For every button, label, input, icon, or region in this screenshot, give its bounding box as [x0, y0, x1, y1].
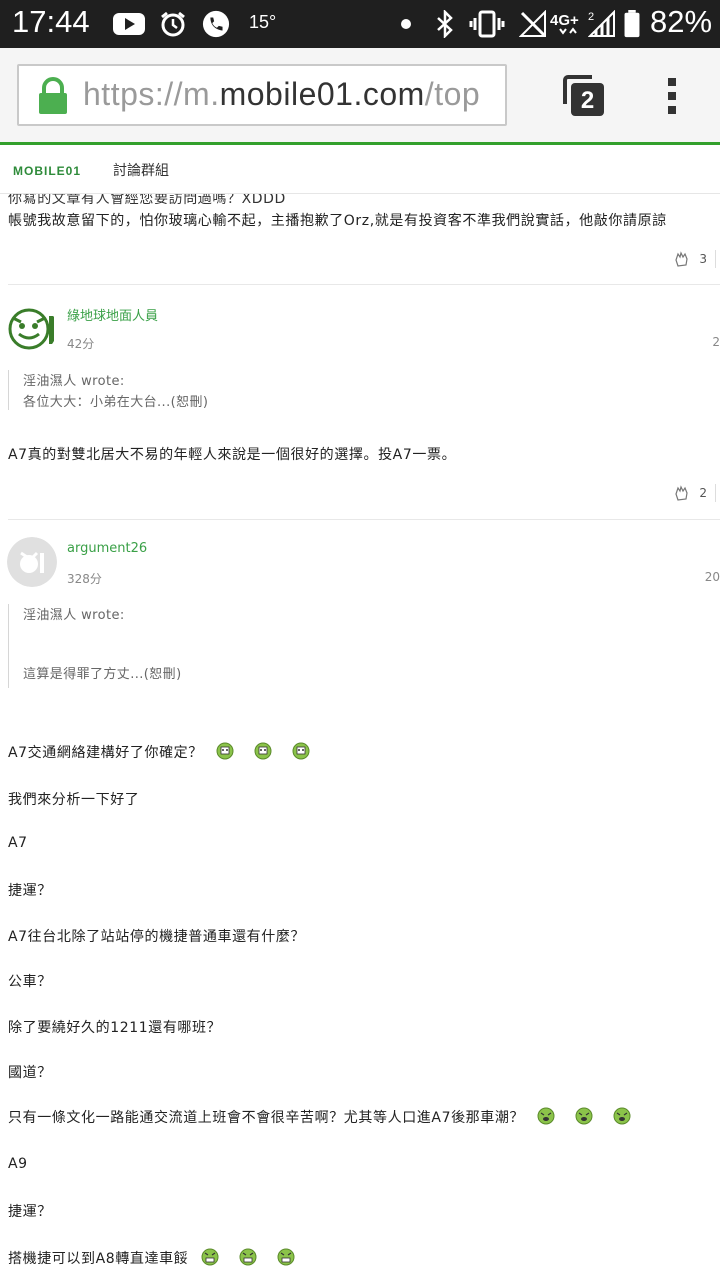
post-time: 328分: [67, 572, 102, 586]
url-scheme: https://m.: [83, 76, 220, 112]
quote-block: 淫油濕人 wrote: 這算是得罪了方丈...(恕刪): [8, 604, 182, 688]
divider: [715, 484, 716, 502]
post-floor: 2: [712, 335, 720, 349]
post-text-line: 你寫的文章有人會經您要訪問過嗎？XDDD: [8, 194, 286, 207]
quote-text: 各位大大：小弟在大台...(恕刪): [23, 395, 209, 410]
post-author[interactable]: argument26: [67, 541, 147, 556]
crying-emoticon-icon: [613, 1107, 631, 1125]
svg-text:2: 2: [588, 11, 594, 23]
post-body-text: A7交通網絡建構好了你確定？: [8, 745, 203, 761]
tabs-icon: 2: [563, 75, 604, 116]
divider: [715, 250, 716, 268]
alarm-icon: [161, 11, 185, 37]
post-body-text: 搭機捷可以到A8轉直達車餒: [8, 1251, 189, 1267]
svg-text:4G+: 4G+: [550, 12, 579, 29]
nav-forum-groups[interactable]: 討論群組: [113, 160, 169, 180]
browser-toolbar: https://m.mobile01.com/top 2: [0, 48, 720, 144]
quote-text: 這算是得罪了方丈...(恕刪): [23, 667, 182, 682]
like-counter[interactable]: 3: [674, 250, 716, 268]
post-time: 42分: [67, 337, 95, 351]
vibrate-icon: [469, 10, 505, 38]
scared-emoticon-icon: [292, 742, 310, 760]
post-body-line: 我們來分析一下好了: [8, 792, 140, 808]
post-body-line: 公車？: [8, 974, 52, 990]
like-count: 2: [699, 486, 707, 500]
4g-icon: 4G+: [550, 12, 579, 35]
crying-emoticon-icon: [575, 1107, 593, 1125]
scared-emoticon-icon: [254, 742, 272, 760]
clock: 17:44: [12, 4, 90, 39]
url-text: https://m.mobile01.com/top: [83, 76, 480, 113]
post-body-line: 搭機捷可以到A8轉直達車餒: [8, 1248, 295, 1268]
angry-emoticon-icon: [277, 1248, 295, 1266]
youtube-icon: [113, 13, 145, 35]
mobile01-logo[interactable]: MOBILE01: [13, 158, 103, 182]
post-divider: [8, 519, 720, 520]
quote-block: 淫油濕人 wrote: 各位大大：小弟在大台...(恕刪): [8, 370, 208, 410]
browser-menu-button[interactable]: [660, 76, 684, 116]
tab-count: 2: [581, 87, 594, 114]
post-body-line: 捷運？: [8, 1204, 52, 1220]
post-body-line: 除了要繞好久的1211還有哪班？: [8, 1020, 222, 1036]
post-author[interactable]: 綠地球地面人員: [67, 305, 158, 324]
status-bar: 17:44 15° 4G+ 2 82%: [0, 0, 720, 48]
post-divider: [8, 284, 720, 285]
phone-icon: [202, 10, 230, 38]
avatar[interactable]: [7, 304, 57, 354]
post-body-line: 國道？: [8, 1065, 52, 1081]
post-body-text: 只有一條文化一路能通交流道上班會不會很辛苦啊？尤其等人口進A7後那車潮？: [8, 1110, 525, 1126]
signal-icon: 2: [588, 10, 615, 37]
battery-icon: [624, 10, 640, 38]
angry-emoticon-icon: [239, 1248, 257, 1266]
url-path: /top: [424, 76, 481, 112]
tab-switcher-button[interactable]: 2: [562, 74, 606, 118]
post-body-line: A7往台北除了站站停的機捷普通車還有什麼？: [8, 929, 306, 945]
emoticon-group: [537, 1107, 631, 1126]
lock-icon: [39, 77, 67, 114]
no-signal-icon: [519, 10, 546, 37]
post-body-line: A9: [8, 1156, 28, 1172]
crying-emoticon-icon: [537, 1107, 555, 1125]
bluetooth-icon: [437, 10, 453, 38]
post-body-line: 只有一條文化一路能通交流道上班會不會很辛苦啊？尤其等人口進A7後那車潮？: [8, 1107, 631, 1127]
post-body-line: A7交通網絡建構好了你確定？: [8, 742, 310, 762]
post-floor: 20: [704, 570, 720, 584]
post-body-line: A7: [8, 835, 28, 851]
emoticon-group: [201, 1248, 295, 1267]
like-counter[interactable]: 2: [674, 484, 716, 502]
dot-icon: [401, 19, 411, 29]
quote-author: 淫油濕人 wrote:: [23, 374, 125, 389]
avatar-default[interactable]: [7, 537, 57, 587]
battery-level: 82%: [650, 4, 713, 39]
url-bar[interactable]: https://m.mobile01.com/top: [17, 64, 507, 126]
quote-author: 淫油濕人 wrote:: [23, 608, 125, 623]
logo-text: MOBILE01: [13, 164, 81, 178]
thread-content: 你寫的文章有人會經您要訪問過嗎？XDDD 帳號我故意留下的，怕你玻璃心輸不起，主…: [0, 194, 720, 1280]
post-text-line: 帳號我故意留下的，怕你玻璃心輸不起，主播抱歉了Orz,就是有投資客不準我們說實話…: [8, 213, 667, 229]
post-body-line: 捷運？: [8, 883, 52, 899]
site-header: MOBILE01 討論群組: [0, 145, 720, 194]
clap-icon: [675, 251, 688, 267]
kebab-menu-icon: [668, 78, 676, 114]
url-host: mobile01.com: [219, 76, 425, 112]
temperature: 15°: [249, 12, 277, 32]
like-count: 3: [699, 252, 707, 266]
scared-emoticon-icon: [216, 742, 234, 760]
angry-emoticon-icon: [201, 1248, 219, 1266]
emoticon-group: [216, 742, 310, 761]
post-body: A7真的對雙北居大不易的年輕人來說是一個很好的選擇。投A7一票。: [8, 447, 457, 463]
clap-icon: [675, 485, 688, 501]
